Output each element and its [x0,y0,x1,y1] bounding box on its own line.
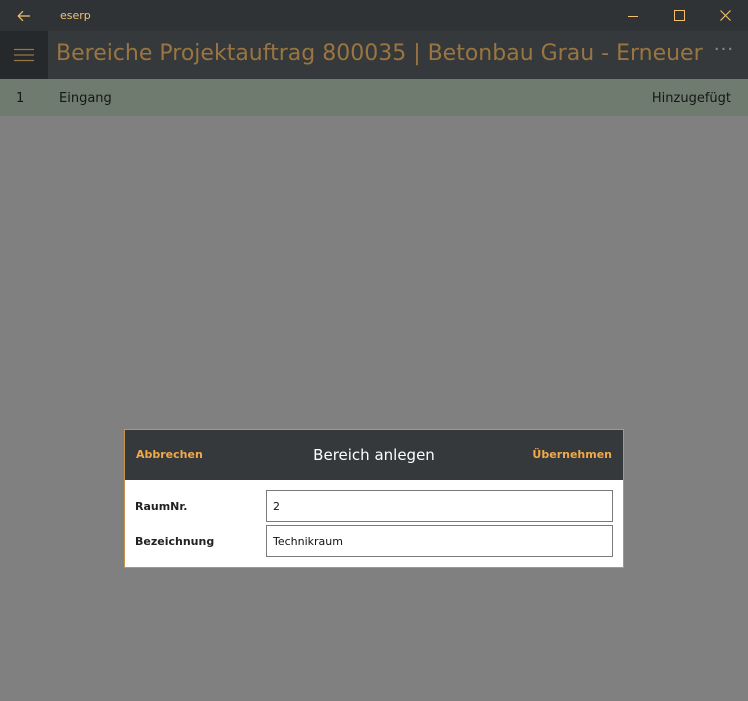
dialog-header: Abbrechen Bereich anlegen Übernehmen [125,430,623,480]
room-number-label: RaumNr. [135,500,188,513]
close-icon [719,10,731,21]
create-area-dialog: Abbrechen Bereich anlegen Übernehmen Rau… [124,429,624,568]
list-item[interactable]: 1 Eingang Hinzugefügt [0,79,748,116]
app-header: Bereiche Projektauftrag 800035 | Betonba… [0,31,748,79]
back-button[interactable] [0,0,48,31]
description-label: Bezeichnung [135,535,215,548]
hamburger-icon [14,48,34,62]
app-name: eserp [60,9,91,22]
more-options-button[interactable]: ··· [708,39,740,67]
description-input[interactable] [266,525,613,557]
apply-button[interactable]: Übernehmen [532,448,612,461]
minimize-icon [628,15,638,17]
window-titlebar: eserp [0,0,748,31]
maximize-icon [673,10,685,21]
arrow-left-icon [17,10,30,21]
close-button[interactable] [702,0,748,31]
menu-button[interactable] [0,31,48,79]
room-number-input[interactable] [266,490,613,522]
row-status: Hinzugefügt [651,91,731,106]
row-number: 1 [16,91,25,106]
minimize-button[interactable] [610,0,656,31]
page-title: Bereiche Projektauftrag 800035 | Betonba… [56,41,704,66]
maximize-button[interactable] [656,0,702,31]
row-name: Eingang [59,91,112,106]
